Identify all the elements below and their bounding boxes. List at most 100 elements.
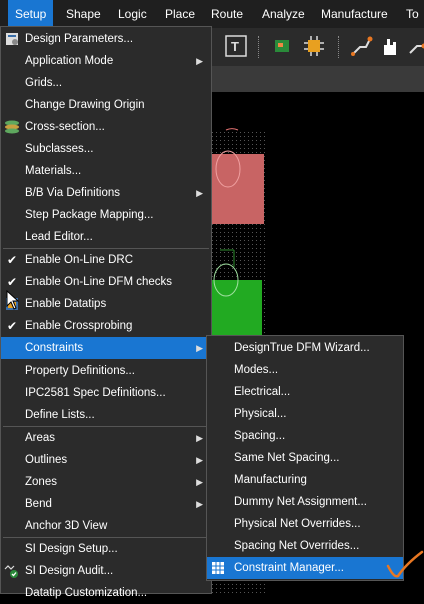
si-audit-icon [4,563,20,579]
menu-item-label: Cross-section... [25,116,105,138]
menu-item-ipc2581-spec[interactable]: IPC2581 Spec Definitions... [1,382,211,404]
menu-place[interactable]: Place [158,0,202,28]
menu-item-bend[interactable]: Bend ▶ [1,493,211,515]
menu-item-label: Manufacturing [234,469,307,491]
menu-item-label: Zones [25,471,57,493]
menu-item-label: Spacing Net Overrides... [234,535,359,557]
menu-item-label: Change Drawing Origin [25,94,145,116]
menu-item-change-drawing-origin[interactable]: Change Drawing Origin [1,94,211,116]
checkmark-icon: ✔ [7,249,17,271]
menu-item-outlines[interactable]: Outlines ▶ [1,449,211,471]
menu-tools[interactable]: To [399,0,424,28]
cross-section-icon [4,119,20,135]
design-parameters-icon [4,31,20,47]
submenu-item-modes[interactable]: Modes... [207,359,403,381]
menu-item-areas[interactable]: Areas ▶ [1,427,211,449]
toolbar-divider [258,36,260,58]
submenu-item-dummy-net-assignment[interactable]: Dummy Net Assignment... [207,491,403,513]
add-connect-icon[interactable] [406,34,424,58]
options-strip [212,66,424,92]
menu-item-datatip-customization[interactable]: Datatip Customization... [1,582,211,604]
menu-item-label: Enable Datatips [25,293,106,315]
menu-item-label: Lead Editor... [25,226,93,248]
toolbar-divider [338,36,340,58]
menu-item-label: DesignTrue DFM Wizard... [234,337,370,359]
menu-item-label: Enable On-Line DRC [25,249,133,271]
submenu-arrow-icon: ▶ [196,182,203,204]
menu-item-label: Same Net Spacing... [234,447,339,469]
menu-item-label: SI Design Audit... [25,560,113,582]
menu-item-enable-online-dfm[interactable]: ✔ Enable On-Line DFM checks [1,271,211,293]
menu-bar: Setup Shape Logic Place Route Analyze Ma… [0,0,424,28]
menu-item-anchor-3d-view[interactable]: Anchor 3D View [1,515,211,537]
hand-select-icon[interactable] [378,34,402,58]
menu-item-enable-crossprobing[interactable]: ✔ Enable Crossprobing [1,315,211,337]
menu-logic[interactable]: Logic [111,0,154,28]
submenu-item-spacing-net-overrides[interactable]: Spacing Net Overrides... [207,535,403,557]
menu-item-label: Datatip Customization... [25,582,147,604]
submenu-arrow-icon: ▶ [196,493,203,515]
text-tool-icon[interactable]: T [224,34,248,58]
submenu-item-manufacturing[interactable]: Manufacturing [207,469,403,491]
submenu-arrow-icon: ▶ [196,337,203,359]
menu-item-subclasses[interactable]: Subclasses... [1,138,211,160]
menu-item-label: Constraint Manager... [234,557,344,579]
submenu-arrow-icon: ▶ [196,427,203,449]
menu-item-bb-via-definitions[interactable]: B/B Via Definitions ▶ [1,182,211,204]
menu-item-label: B/B Via Definitions [25,182,120,204]
menu-item-label: Bend [25,493,52,515]
annotation-checkmark-icon [384,548,424,582]
menu-item-si-design-setup[interactable]: SI Design Setup... [1,538,211,560]
component-icon[interactable] [270,34,294,58]
menu-item-label: Define Lists... [25,404,95,426]
menu-item-cross-section[interactable]: Cross-section... [1,116,211,138]
menu-item-define-lists[interactable]: Define Lists... [1,404,211,426]
submenu-item-same-net-spacing[interactable]: Same Net Spacing... [207,447,403,469]
submenu-item-constraint-manager[interactable]: Constraint Manager... [207,557,403,579]
menu-item-enable-online-drc[interactable]: ✔ Enable On-Line DRC [1,249,211,271]
submenu-item-electrical[interactable]: Electrical... [207,381,403,403]
menu-item-label: Grids... [25,72,62,94]
menu-item-label: Outlines [25,449,67,471]
constraints-submenu: DesignTrue DFM Wizard... Modes... Electr… [206,335,404,581]
chip-icon[interactable] [302,34,326,58]
setup-menu: Design Parameters... Application Mode ▶ … [0,26,212,594]
menu-item-lead-editor[interactable]: Lead Editor... [1,226,211,248]
menu-item-enable-datatips[interactable]: Enable Datatips [1,293,211,315]
menu-item-application-mode[interactable]: Application Mode ▶ [1,50,211,72]
menu-item-label: Step Package Mapping... [25,204,154,226]
menu-item-label: Physical Net Overrides... [234,513,361,535]
submenu-arrow-icon: ▶ [196,449,203,471]
constraint-manager-icon [210,560,226,576]
menu-item-label: Dummy Net Assignment... [234,491,367,513]
submenu-item-physical[interactable]: Physical... [207,403,403,425]
route-icon[interactable] [350,34,374,58]
menu-setup[interactable]: Setup [8,0,53,28]
menu-item-label: Property Definitions... [25,360,135,382]
menu-item-grids[interactable]: Grids... [1,72,211,94]
menu-shape[interactable]: Shape [59,0,108,28]
menu-item-step-package-mapping[interactable]: Step Package Mapping... [1,204,211,226]
menu-item-constraints[interactable]: Constraints ▶ [1,337,211,359]
submenu-item-designtrue-dfm-wizard[interactable]: DesignTrue DFM Wizard... [207,337,403,359]
menu-item-si-design-audit[interactable]: SI Design Audit... [1,560,211,582]
mouse-cursor-icon [6,290,20,310]
menu-route[interactable]: Route [204,0,250,28]
menu-item-zones[interactable]: Zones ▶ [1,471,211,493]
menu-item-label: Enable Crossprobing [25,315,132,337]
menu-item-property-definitions[interactable]: Property Definitions... [1,360,211,382]
menu-item-label: Anchor 3D View [25,515,107,537]
menu-analyze[interactable]: Analyze [255,0,312,28]
submenu-item-physical-net-overrides[interactable]: Physical Net Overrides... [207,513,403,535]
menu-item-label: Electrical... [234,381,290,403]
menu-item-label: Modes... [234,359,278,381]
red-pad [212,154,264,224]
submenu-item-spacing[interactable]: Spacing... [207,425,403,447]
menu-item-label: Application Mode [25,50,113,72]
menu-item-label: Enable On-Line DFM checks [25,271,172,293]
menu-item-design-parameters[interactable]: Design Parameters... [1,28,211,50]
menu-item-label: Constraints [25,337,83,359]
menu-manufacture[interactable]: Manufacture [314,0,395,28]
menu-item-label: Subclasses... [25,138,93,160]
menu-item-materials[interactable]: Materials... [1,160,211,182]
